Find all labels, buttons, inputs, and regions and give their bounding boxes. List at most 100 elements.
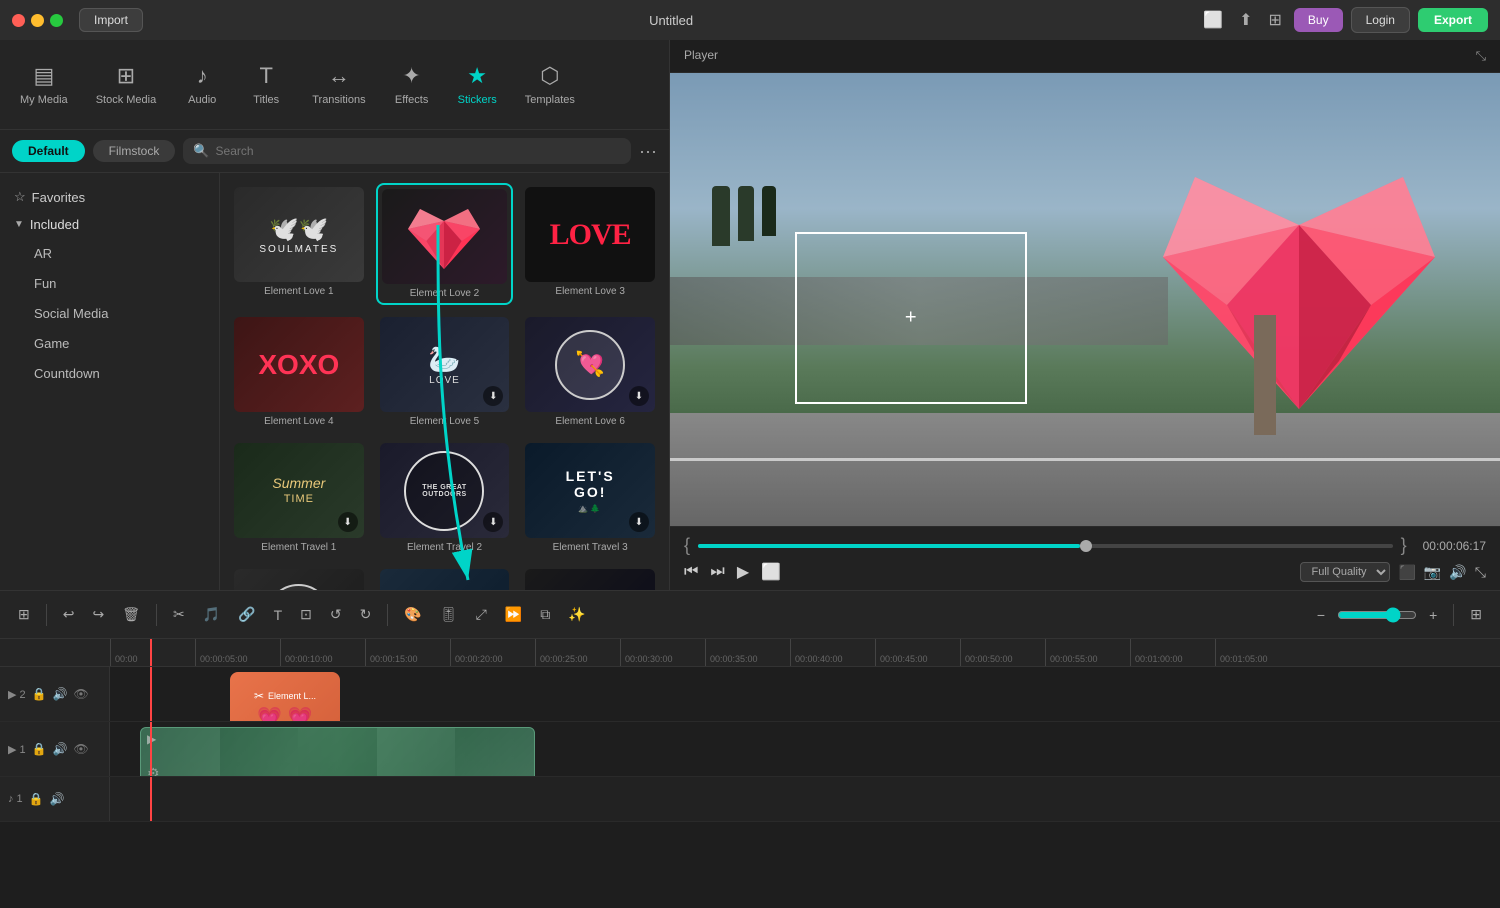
link-button[interactable]: 🔗 [232,602,261,627]
track-visible-button-video[interactable]: 👁 [74,742,89,756]
favorites-nav-item[interactable]: ☆ Favorites [0,183,219,211]
rotate-left-button[interactable]: ↺ [324,602,348,627]
buy-button[interactable]: Buy [1294,8,1343,32]
undo-button[interactable]: ↩ [57,602,81,627]
tool-my-media[interactable]: ▤ My Media [8,55,80,114]
tool-templates[interactable]: ⬡ Templates [513,55,587,114]
sidebar-item-fun[interactable]: Fun [6,269,213,298]
player-expand-icon[interactable]: ⤡ [1476,48,1486,64]
sidebar-item-countdown[interactable]: Countdown [6,359,213,388]
track-controls-audio: ♪ 1 🔒 🔊 [0,777,110,821]
tool-effects[interactable]: ✦ Effects [382,55,442,114]
sticker-label-love5: Element Love 5 [410,416,480,427]
color-button[interactable]: 🎨 [398,602,427,627]
more-options-button[interactable]: ··· [639,141,657,162]
cut-button[interactable]: ✂ [167,602,191,627]
sticker-label-travel3: Element Travel 3 [553,542,628,553]
track-lock-button-sticker[interactable]: 🔒 [32,687,47,701]
screen-icon[interactable]: ⬜ [1199,6,1227,34]
step-forward-button[interactable]: ⏭ [710,563,724,581]
zoom-in-icon[interactable]: + [1423,603,1443,627]
sticker-element-travel-6[interactable]: CAMP ⬇ Element Travel 6 [521,565,659,590]
login-button[interactable]: Login [1351,7,1410,33]
layout-toggle-button[interactable]: ⊞ [1464,602,1488,627]
ai-button[interactable]: ✨ [562,602,591,627]
tool-stickers[interactable]: ★ Stickers [446,55,509,114]
crop-button[interactable]: ⊡ [294,602,318,627]
player-btn-row: ⏮ ⏭ ▶ ⬜ Full Quality ⬛ 📷 🔊 ⤡ [684,562,1486,582]
track-audio-button-video[interactable]: 🔊 [53,742,68,756]
sticker-thumb-travel2: THE GREATOUTDOORS ⬇ [380,443,510,538]
audio-detach-button[interactable]: 🎵 [197,602,226,627]
pip-icon[interactable]: ⤡ [1475,564,1486,581]
video-scene: + [670,73,1500,526]
zoom-out-icon[interactable]: − [1311,603,1331,627]
track-lock-button-audio[interactable]: 🔒 [29,792,44,806]
fit-to-screen-icon[interactable]: ⬛ [1398,564,1415,581]
sticker-element-love-1[interactable]: 🕊️🕊️ SOULMATES Element Love 1 [230,183,368,305]
track-lock-button-video[interactable]: 🔒 [32,742,47,756]
layout-icon[interactable]: ⊞ [1265,6,1286,34]
delete-button[interactable]: 🗑 [116,602,146,627]
sticker-element-love-3[interactable]: LOVE Element Love 3 [521,183,659,305]
tool-audio[interactable]: ♪ Audio [172,55,232,114]
separator-2 [156,604,157,626]
minimize-button[interactable] [31,14,44,27]
ruler-mark-1: 00:00:05:00 [195,639,280,666]
search-input[interactable] [216,144,621,158]
quality-select[interactable]: Full Quality [1300,562,1390,582]
love-text-icon: LOVE [550,218,631,252]
sticker-element-love-4[interactable]: XOXO Element Love 4 [230,313,368,431]
sticker-element-travel-5[interactable]: SAIL ⬇ Element Travel 5 [376,565,514,590]
sticker-element-love-5[interactable]: 🦢 LOVE ⬇ Element Love 5 [376,313,514,431]
sidebar-item-social-media[interactable]: Social Media [6,299,213,328]
sidebar-item-ar[interactable]: AR [6,239,213,268]
filmstock-tab[interactable]: Filmstock [93,140,176,162]
track-audio-mute-button[interactable]: 🔊 [50,792,65,806]
video-clip[interactable]: ▶ ⚙ [140,727,535,776]
included-section-header[interactable]: ▼ Included [0,211,219,238]
sticker-element-love-6[interactable]: 💘 ⬇ Element Love 6 [521,313,659,431]
fullscreen-button[interactable] [50,14,63,27]
close-button[interactable] [12,14,25,27]
export-button[interactable]: Export [1418,8,1488,32]
sticker-element-travel-3[interactable]: LET'S GO! ⛰️🌲 ⬇ Element Travel 3 [521,439,659,557]
track-audio-button-sticker[interactable]: 🔊 [53,687,68,701]
default-tab[interactable]: Default [12,140,85,162]
play-button[interactable]: ▶ [737,562,749,582]
rewind-button[interactable]: ⏮ [684,563,698,581]
grid-view-button[interactable]: ⊞ [12,602,36,627]
scrubber-thumb[interactable] [1080,540,1092,552]
text-button[interactable]: T [268,603,289,627]
rotate-right-button[interactable]: ↻ [354,602,378,627]
upload-icon[interactable]: ⬆ [1235,6,1256,34]
screenshot-icon[interactable]: 📷 [1424,564,1441,581]
stickers-icon: ★ [467,63,487,89]
sticker-element-travel-2[interactable]: THE GREATOUTDOORS ⬇ Element Travel 2 [376,439,514,557]
audio-adjust-button[interactable]: 🎚 [434,602,464,627]
duplicate-button[interactable]: ⧉ [534,602,556,627]
track-content-audio[interactable] [110,777,1500,821]
scrubber-track[interactable] [698,544,1393,548]
fit-button[interactable]: ⤢ [470,602,493,627]
frame-button[interactable]: ⬜ [761,562,781,582]
right-panel: Player ⤡ [670,40,1500,590]
tool-stock-media[interactable]: ⊞ Stock Media [84,55,169,114]
track-visible-button-sticker[interactable]: 👁 [74,687,89,701]
track-content-sticker[interactable]: ✂ Element L... 💗 💗 [110,667,1500,721]
chevron-down-icon: ▼ [14,219,24,230]
sidebar-item-game[interactable]: Game [6,329,213,358]
redo-button[interactable]: ↪ [86,602,110,627]
sticker-clip[interactable]: ✂ Element L... 💗 💗 [230,672,340,721]
volume-icon[interactable]: 🔊 [1449,564,1466,581]
sticker-element-travel-1[interactable]: Summer TIME ⬇ Element Travel 1 [230,439,368,557]
import-button[interactable]: Import [79,8,143,32]
zoom-slider[interactable] [1337,607,1417,623]
speed-button[interactable]: ⏩ [499,602,528,627]
sticker-element-travel-4[interactable]: ✕ ⬇ Element Travel 4 [230,565,368,590]
sticker-element-love-2[interactable]: Element Love 2 [376,183,514,305]
track-content-video[interactable]: ▶ ⚙ [110,722,1500,776]
tool-titles[interactable]: T Titles [236,55,296,114]
tool-transitions[interactable]: ↔ Transitions [300,55,377,114]
traffic-lights [12,14,63,27]
